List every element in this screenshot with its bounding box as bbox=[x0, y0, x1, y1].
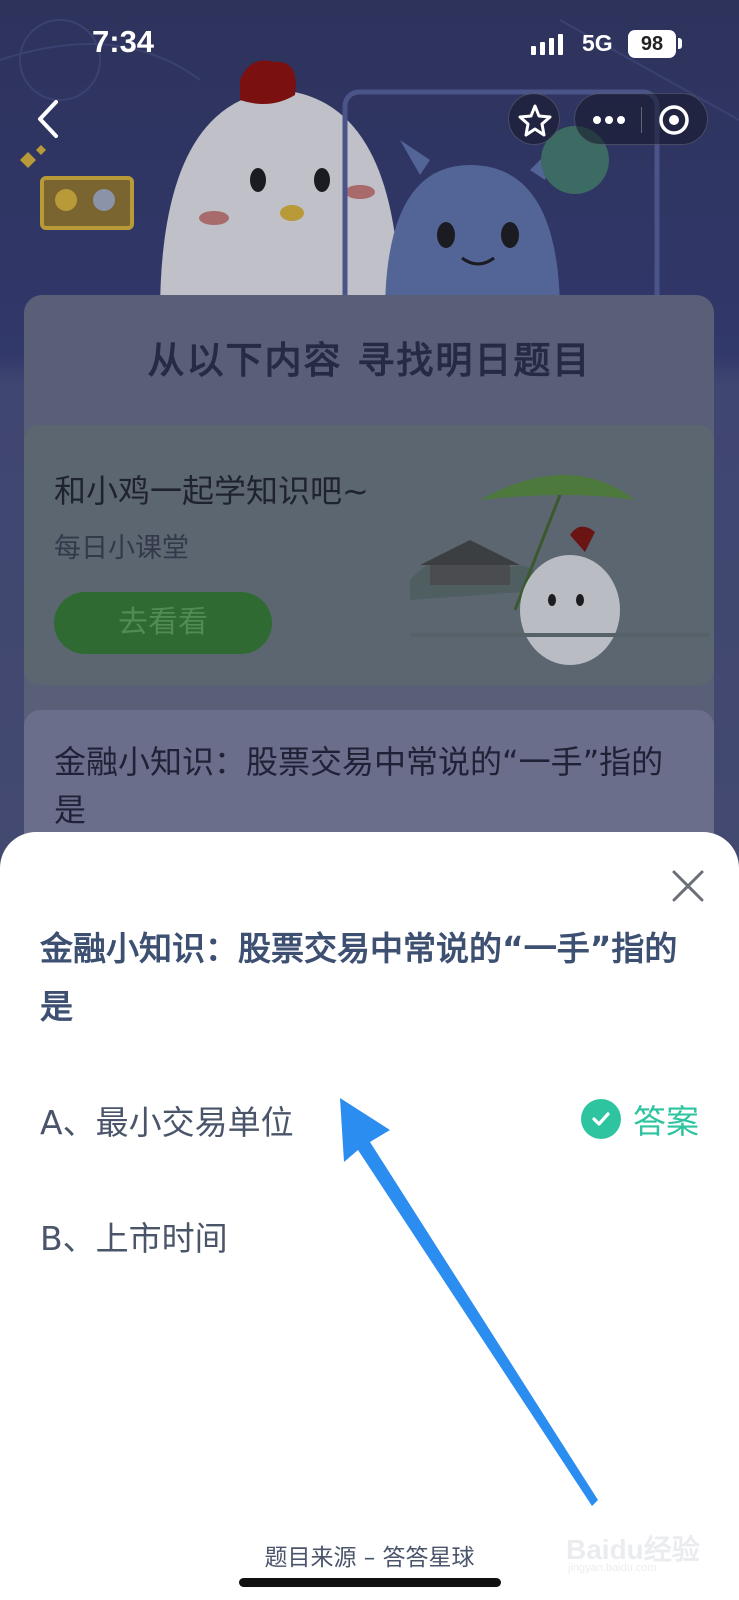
lesson-card-title: 和小鸡一起学知识吧~ bbox=[54, 472, 369, 510]
watermark-url: jingyan.baidu.com bbox=[568, 1562, 657, 1574]
question-card-title: 金融小知识：股票交易中常说的“一手”指的是 bbox=[54, 743, 664, 829]
target-icon[interactable] bbox=[642, 94, 708, 146]
battery-icon bbox=[678, 38, 682, 49]
pointer-arrow-annotation bbox=[340, 1098, 598, 1506]
baidu-watermark: Baidu经验 jingyan.baidu.com bbox=[566, 1524, 706, 1580]
lesson-card-subtitle: 每日小课堂 bbox=[54, 533, 189, 564]
go-watch-button[interactable]: 去看看 bbox=[54, 592, 272, 654]
close-icon[interactable] bbox=[666, 864, 710, 908]
option-b[interactable]: B、上市时间 bbox=[40, 1212, 228, 1260]
miniapp-capsule bbox=[574, 93, 708, 145]
network-type: 5G bbox=[582, 30, 613, 56]
signal-icon bbox=[531, 34, 563, 55]
back-chevron-icon[interactable] bbox=[30, 98, 70, 140]
more-dots-icon[interactable] bbox=[575, 94, 641, 146]
home-indicator[interactable] bbox=[239, 1578, 501, 1587]
battery-level: 98 bbox=[628, 30, 676, 58]
chicken-umbrella-illustration bbox=[410, 475, 710, 665]
panel-title: 从以下内容 寻找明日题目 bbox=[147, 339, 592, 382]
star-icon bbox=[518, 104, 552, 137]
favorite-button[interactable] bbox=[508, 93, 560, 145]
answer-label: 答案 bbox=[633, 1102, 699, 1141]
option-a[interactable]: A、最小交易单位 bbox=[40, 1096, 294, 1144]
question-text: 金融小知识：股票交易中常说的“一手”指的是 bbox=[40, 929, 678, 1026]
